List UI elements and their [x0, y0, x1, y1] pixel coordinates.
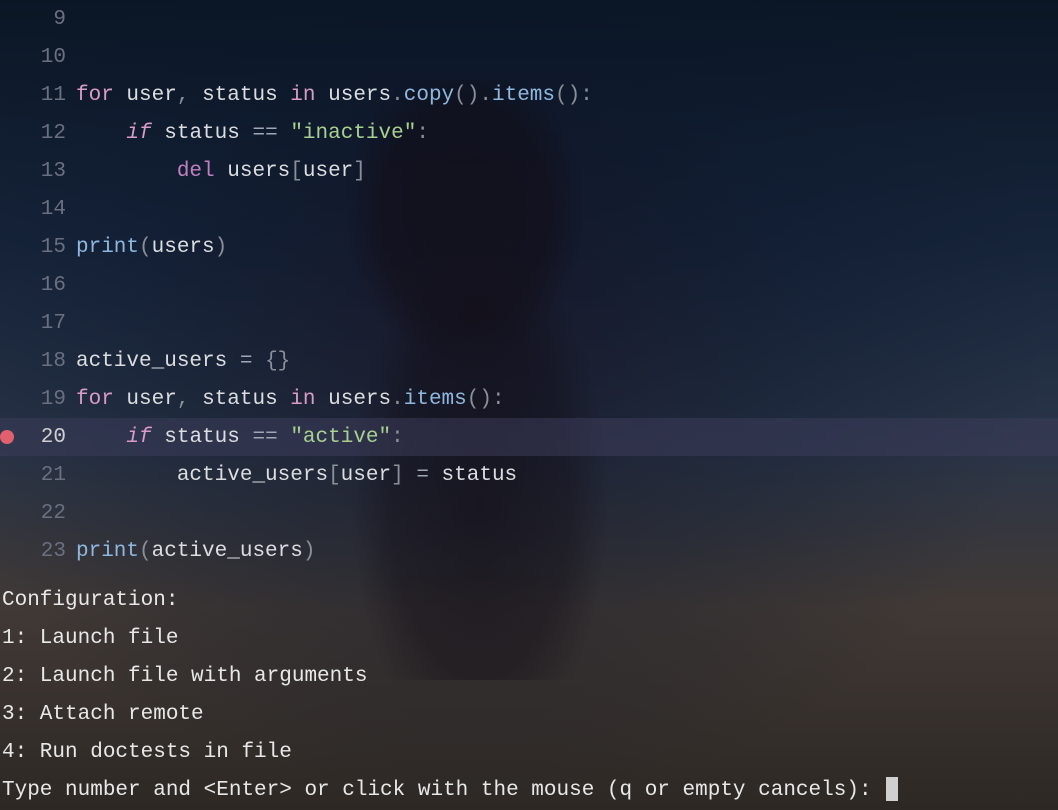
breakpoint-icon[interactable] [0, 430, 14, 444]
line-number: 20 [41, 426, 66, 449]
code-line[interactable]: 14 [0, 190, 1058, 228]
prompt-header: Configuration: [0, 582, 1058, 620]
code-line[interactable]: 17 [0, 304, 1058, 342]
code-content[interactable]: print(users) [76, 236, 227, 259]
code-line[interactable]: 16 [0, 266, 1058, 304]
prompt-option[interactable]: 3: Attach remote [0, 696, 1058, 734]
code-editor[interactable]: 9 10 11 for user, status in users.copy().it… [0, 0, 1058, 570]
gutter[interactable]: 21 [0, 464, 76, 487]
code-line[interactable]: 12 if status == "inactive": [0, 114, 1058, 152]
code-content[interactable]: del users[user] [76, 160, 366, 183]
line-number: 11 [41, 84, 66, 107]
line-number: 17 [41, 312, 66, 335]
code-content[interactable]: active_users = {} [76, 350, 290, 373]
line-number: 19 [41, 388, 66, 411]
line-number: 10 [41, 46, 66, 69]
gutter[interactable]: 20 [0, 426, 76, 449]
code-line[interactable]: 15 print(users) [0, 228, 1058, 266]
code-content[interactable]: active_users[user] = status [76, 464, 517, 487]
prompt-input-line[interactable]: Type number and <Enter> or click with th… [0, 772, 1058, 810]
code-line[interactable]: 19 for user, status in users.items(): [0, 380, 1058, 418]
gutter[interactable]: 12 [0, 122, 76, 145]
prompt-input-text: Type number and <Enter> or click with th… [2, 779, 884, 802]
code-content[interactable]: if status == "active": [76, 426, 404, 449]
line-number: 9 [53, 8, 66, 31]
line-number: 22 [41, 502, 66, 525]
gutter[interactable]: 16 [0, 274, 76, 297]
gutter[interactable]: 9 [0, 8, 76, 31]
gutter[interactable]: 15 [0, 236, 76, 259]
line-number: 12 [41, 122, 66, 145]
gutter[interactable]: 22 [0, 502, 76, 525]
code-content[interactable]: for user, status in users.items(): [76, 388, 505, 411]
gutter[interactable]: 11 [0, 84, 76, 107]
gutter[interactable]: 10 [0, 46, 76, 69]
prompt-option[interactable]: 1: Launch file [0, 620, 1058, 658]
gutter[interactable]: 13 [0, 160, 76, 183]
line-number: 23 [41, 540, 66, 563]
gutter[interactable]: 23 [0, 540, 76, 563]
gutter[interactable]: 18 [0, 350, 76, 373]
code-line[interactable]: 13 del users[user] [0, 152, 1058, 190]
command-prompt[interactable]: Configuration:1: Launch file2: Launch fi… [0, 582, 1058, 810]
prompt-option[interactable]: 2: Launch file with arguments [0, 658, 1058, 696]
code-line[interactable]: 21 active_users[user] = status [0, 456, 1058, 494]
code-content[interactable]: for user, status in users.copy().items()… [76, 84, 593, 107]
code-line[interactable]: 23 print(active_users) [0, 532, 1058, 570]
line-number: 18 [41, 350, 66, 373]
line-number: 14 [41, 198, 66, 221]
prompt-option[interactable]: 4: Run doctests in file [0, 734, 1058, 772]
code-content[interactable]: print(active_users) [76, 540, 315, 563]
code-line[interactable]: 22 [0, 494, 1058, 532]
code-line[interactable]: 10 [0, 38, 1058, 76]
gutter[interactable]: 17 [0, 312, 76, 335]
code-content[interactable]: if status == "inactive": [76, 122, 429, 145]
cursor-icon [886, 777, 898, 801]
line-number: 13 [41, 160, 66, 183]
code-line[interactable]: 9 [0, 0, 1058, 38]
gutter[interactable]: 19 [0, 388, 76, 411]
code-line[interactable]: 11 for user, status in users.copy().items… [0, 76, 1058, 114]
gutter[interactable]: 14 [0, 198, 76, 221]
line-number: 16 [41, 274, 66, 297]
line-number: 21 [41, 464, 66, 487]
code-line[interactable]: 20 if status == "active": [0, 418, 1058, 456]
line-number: 15 [41, 236, 66, 259]
code-line[interactable]: 18 active_users = {} [0, 342, 1058, 380]
